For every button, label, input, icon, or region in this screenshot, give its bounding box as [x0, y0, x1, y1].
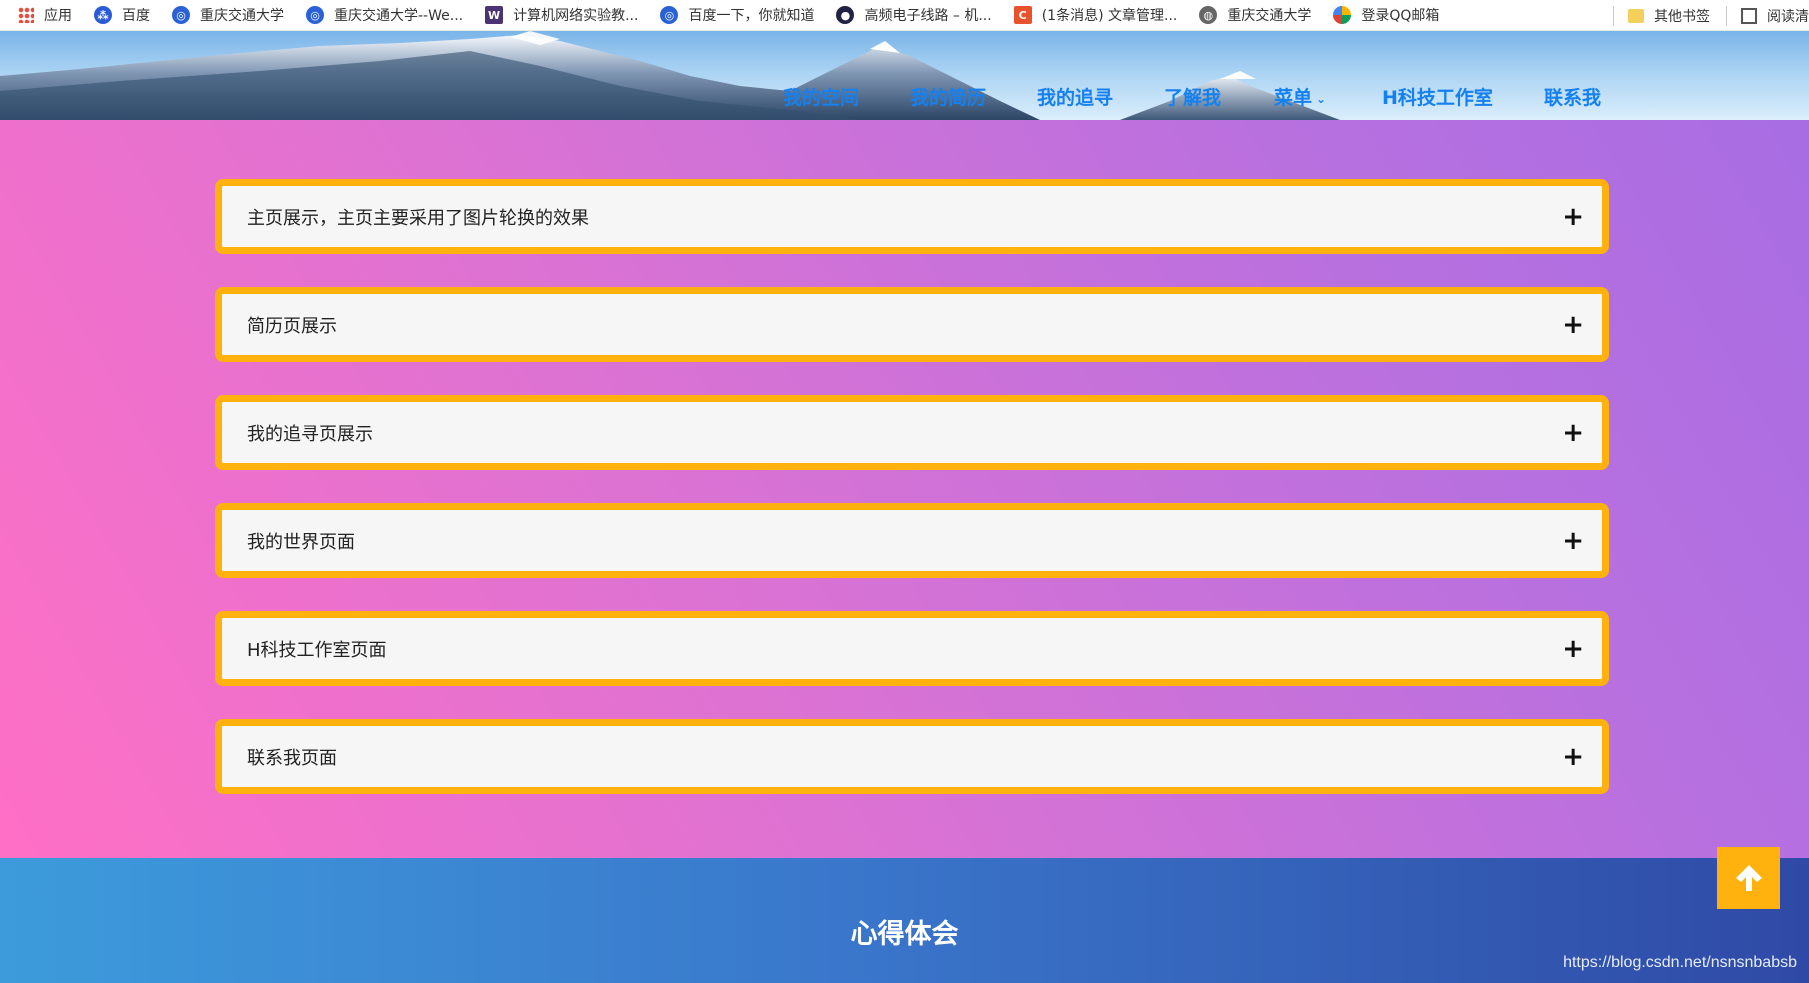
- header-banner: 我的空间 我的简历 我的追寻 了解我 菜单 ⌄ H科技工作室 联系我: [0, 31, 1809, 120]
- section-title: 心得体会: [850, 919, 959, 950]
- plus-icon[interactable]: +: [1562, 744, 1584, 770]
- reader-list-icon: [1741, 7, 1757, 24]
- plus-icon[interactable]: +: [1562, 636, 1584, 662]
- accordion-item[interactable]: 主页展示，主页主要采用了图片轮换的效果 +: [215, 179, 1609, 254]
- accordion-item-title: 我的追寻页展示: [247, 423, 373, 445]
- bookmark-cqjtu-2[interactable]: ◍ 重庆交通大学: [1199, 5, 1311, 25]
- accordion-section: 主页展示，主页主要采用了图片轮换的效果 + 简历页展示 + 我的追寻页展示 + …: [0, 120, 1809, 858]
- university-logo-icon: ◎: [172, 6, 190, 24]
- accordion-item-title: 联系我页面: [247, 747, 337, 769]
- university-logo-icon: ◎: [306, 6, 324, 24]
- back-to-top-button[interactable]: [1717, 847, 1780, 909]
- bookmark-other[interactable]: 其他书签: [1628, 6, 1710, 26]
- accordion-item[interactable]: 我的世界页面 +: [215, 503, 1609, 578]
- accordion-item-title: H科技工作室页面: [247, 639, 387, 661]
- globe-icon: ◍: [1199, 6, 1218, 24]
- accordion-item-title: 主页展示，主页主要采用了图片轮换的效果: [247, 207, 589, 229]
- bookmark-baidu-search[interactable]: ◎ 百度一下，你就知道: [660, 5, 814, 25]
- apps-grid-icon: [18, 7, 34, 23]
- plus-icon[interactable]: +: [1562, 420, 1584, 446]
- bookmark-separator: [1726, 5, 1727, 26]
- accordion-item[interactable]: 联系我页面 +: [215, 719, 1609, 794]
- accordion-item[interactable]: 简历页展示 +: [215, 287, 1609, 362]
- nav-item-menu[interactable]: 菜单 ⌄: [1274, 83, 1326, 110]
- bookmark-apps[interactable]: 应用: [18, 5, 72, 25]
- plus-icon[interactable]: +: [1562, 312, 1584, 338]
- folder-icon: [1628, 8, 1644, 23]
- arrow-up-icon: [1735, 865, 1762, 891]
- plus-icon[interactable]: +: [1562, 204, 1584, 230]
- w-logo-icon: W: [485, 6, 504, 24]
- nav-item-contact[interactable]: 联系我: [1544, 83, 1601, 110]
- bookmark-hf-circuits[interactable]: ● 高频电子线路 – 机...: [836, 5, 992, 25]
- nav-item-my-space[interactable]: 我的空间: [783, 83, 859, 110]
- bookmark-qqmail[interactable]: 登录QQ邮箱: [1333, 5, 1439, 25]
- accordion-item[interactable]: 我的追寻页展示 +: [215, 395, 1609, 470]
- bookmark-cqjtu[interactable]: ◎ 重庆交通大学: [172, 5, 284, 25]
- accordion-item[interactable]: H科技工作室页面 +: [215, 611, 1609, 686]
- nav-item-resume[interactable]: 我的简历: [910, 83, 986, 110]
- chevron-down-icon: ⌄: [1316, 91, 1327, 106]
- csdn-watermark: https://blog.csdn.net/nsnsnbabsb: [1563, 954, 1797, 971]
- mountain-illustration: [0, 31, 1340, 120]
- experience-section: 心得体会 https://blog.csdn.net/nsnsnbabsb: [0, 858, 1809, 983]
- bookmark-network-lab[interactable]: W 计算机网络实验教...: [485, 5, 638, 25]
- dark-circle-icon: ●: [836, 6, 855, 24]
- accordion-item-title: 我的世界页面: [247, 531, 355, 553]
- bookmark-reader[interactable]: 阅读清: [1741, 6, 1809, 26]
- plus-icon[interactable]: +: [1562, 528, 1584, 554]
- bookmark-separator: [1613, 5, 1614, 26]
- university-logo-icon: ◎: [660, 6, 679, 24]
- bookmark-csdn[interactable]: C (1条消息) 文章管理...: [1013, 5, 1177, 25]
- nav-menu-label: 菜单: [1274, 87, 1313, 109]
- qq-mail-icon: [1333, 6, 1352, 24]
- bookmarks-bar: 应用 ⁂ 百度 ◎ 重庆交通大学 ◎ 重庆交通大学--We... W 计算机网络实验教.…: [0, 0, 1809, 31]
- baidu-paw-icon: ⁂: [94, 6, 112, 24]
- bookmark-baidu[interactable]: ⁂ 百度: [94, 5, 150, 25]
- bookmark-cqjtu-web[interactable]: ◎ 重庆交通大学--We...: [306, 5, 463, 25]
- nav-item-pursuit[interactable]: 我的追寻: [1037, 83, 1113, 110]
- nav-item-about-me[interactable]: 了解我: [1164, 83, 1221, 110]
- nav-item-h-studio[interactable]: H科技工作室: [1382, 83, 1493, 110]
- csdn-c-icon: C: [1013, 6, 1032, 24]
- accordion-item-title: 简历页展示: [247, 315, 337, 337]
